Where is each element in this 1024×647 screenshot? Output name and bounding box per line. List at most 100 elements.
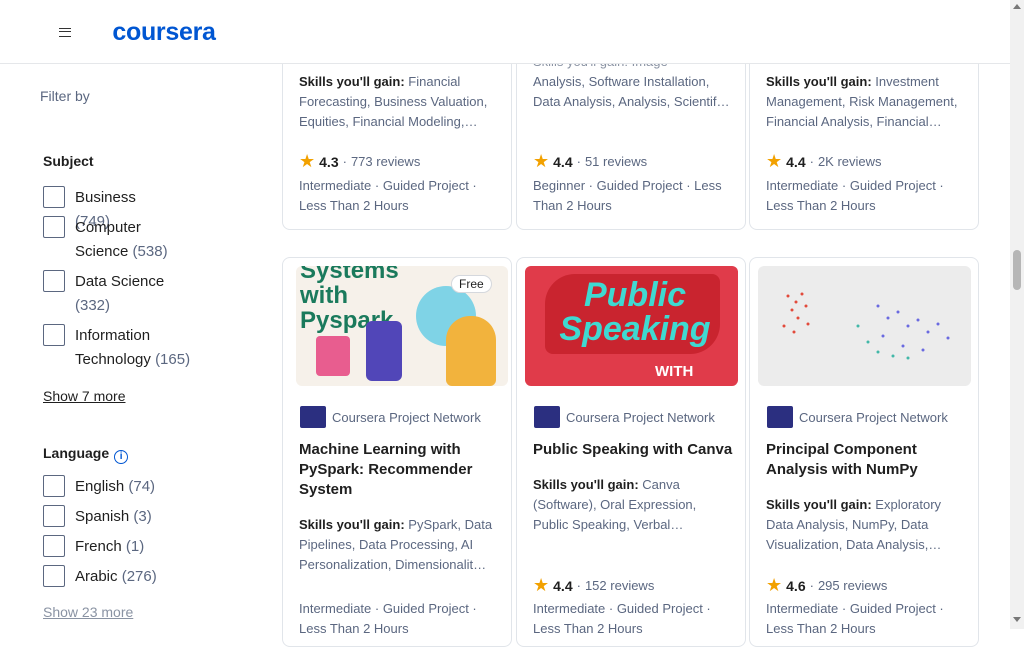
checkbox[interactable]	[43, 535, 65, 557]
skills-label: Skills you'll gain:	[299, 74, 405, 89]
skills-text: Skills you'll gain: Exploratory Data Ana…	[766, 495, 966, 555]
course-card-pca-numpy[interactable]: Coursera Project Network Principal Compo…	[749, 257, 979, 647]
free-badge: Free	[451, 275, 492, 293]
skills-label: Skills you'll gain:	[533, 477, 639, 492]
language-option-arabic[interactable]: Arabic (276)	[43, 565, 157, 589]
scroll-down-icon[interactable]	[1013, 617, 1021, 622]
bag-illustration	[316, 336, 350, 376]
scatter-plot-illustration	[782, 292, 950, 360]
info-icon[interactable]: i	[114, 449, 129, 464]
review-count: 152 reviews	[584, 578, 655, 593]
star-icon: ★	[766, 151, 783, 171]
subject-heading: Subject	[43, 153, 94, 169]
checkbox[interactable]	[43, 270, 65, 292]
checkbox[interactable]	[43, 324, 65, 346]
rating-value: 4.4	[786, 153, 806, 170]
language-heading-text: Language	[43, 445, 110, 461]
star-icon: ★	[299, 151, 316, 171]
course-title[interactable]: Public Speaking with Canva	[533, 440, 733, 460]
course-card-pyspark[interactable]: Systems with Pyspark Free Coursera Proje…	[282, 257, 512, 647]
rating: ★ 4.4 · 2K reviews	[766, 151, 882, 171]
skills-text: Skills you'll gain: Financial Forecastin…	[299, 72, 499, 132]
skills-text: Skills you'll gain: PySpark, Data Pipeli…	[299, 515, 499, 575]
skills-text: Skills you'll gain: Canva (Software), Or…	[533, 475, 733, 535]
partner-row: Coursera Project Network	[534, 406, 715, 428]
option-label: English	[75, 478, 125, 495]
subject-show-more-link[interactable]: Show 7 more	[43, 388, 125, 404]
option-count: (276)	[121, 568, 157, 585]
review-count: 2K reviews	[817, 154, 882, 169]
course-meta: Intermediate · Guided Project · Less Tha…	[299, 178, 477, 213]
subject-option-computer-science[interactable]: Computer Science (538)	[43, 216, 175, 264]
partner-logo-icon	[534, 406, 560, 428]
review-count: 295 reviews	[817, 578, 888, 593]
partner-logo-icon	[300, 406, 326, 428]
skills-label: Skills you'll gain:	[299, 517, 405, 532]
option-label: French	[75, 538, 122, 555]
thumbnail-subtext: WITH	[655, 363, 694, 380]
course-meta: Intermediate · Guided Project · Less Tha…	[766, 601, 944, 636]
course-title[interactable]: Machine Learning with PySpark: Recommend…	[299, 440, 499, 500]
course-meta: Beginner · Guided Project · Less Than 2 …	[533, 178, 722, 213]
review-count: 51 reviews	[584, 154, 648, 169]
skills-label: Skills you'll gain:	[766, 74, 872, 89]
course-meta: Intermediate · Guided Project · Less Tha…	[766, 178, 944, 213]
course-meta: Intermediate · Guided Project · Less Tha…	[299, 601, 477, 636]
option-label: Computer Science	[75, 219, 141, 260]
coursera-logo[interactable]: coursera	[86, 6, 242, 58]
thumbnail-text: Public Speaking	[559, 276, 711, 348]
star-icon: ★	[766, 575, 783, 595]
language-option-spanish[interactable]: Spanish (3)	[43, 505, 152, 529]
partner-name: Coursera Project Network	[566, 409, 715, 425]
menu-button[interactable]	[46, 12, 84, 52]
option-count: (332)	[75, 297, 111, 314]
partner-row: Coursera Project Network	[300, 406, 481, 428]
language-option-english[interactable]: English (74)	[43, 475, 155, 499]
option-count: (1)	[125, 538, 145, 555]
option-label: Business	[75, 189, 136, 206]
hamburger-icon	[59, 27, 71, 37]
partner-name: Coursera Project Network	[799, 409, 948, 425]
star-icon: ★	[533, 575, 550, 595]
rating: ★ 4.4 · 152 reviews	[533, 575, 655, 595]
rating: ★ 4.6 · 295 reviews	[766, 575, 888, 595]
course-meta: Intermediate · Guided Project · Less Tha…	[533, 601, 711, 636]
course-thumbnail	[758, 266, 971, 386]
language-option-french[interactable]: French (1)	[43, 535, 144, 559]
skills-text: Skills you'll gain: Investment Managemen…	[766, 72, 966, 132]
rating-value: 4.4	[553, 577, 573, 594]
star-icon: ★	[533, 151, 550, 171]
checkbox[interactable]	[43, 216, 65, 238]
rating: ★ 4.3 · 773 reviews	[299, 151, 421, 171]
option-count: (538)	[132, 243, 168, 260]
top-header: coursera	[0, 0, 1010, 64]
rating-value: 4.6	[786, 577, 806, 594]
review-count: 773 reviews	[350, 154, 421, 169]
course-thumbnail: Public Speaking WITH	[525, 266, 738, 386]
option-count: (74)	[128, 478, 156, 495]
language-show-more-link[interactable]: Show 23 more	[43, 604, 133, 620]
scrollbar-thumb[interactable]	[1013, 250, 1021, 290]
skills-label: Skills you'll gain:	[766, 497, 872, 512]
subject-option-data-science[interactable]: Data Science (332)	[43, 270, 175, 318]
partner-logo-icon	[767, 406, 793, 428]
scroll-up-icon[interactable]	[1013, 4, 1021, 9]
partner-name: Coursera Project Network	[332, 409, 481, 425]
option-count: (3)	[133, 508, 152, 525]
page-scrollbar[interactable]	[1010, 0, 1024, 629]
checkbox[interactable]	[43, 505, 65, 527]
subject-option-information-technology[interactable]: Information Technology (165)	[43, 324, 200, 372]
checkbox[interactable]	[43, 565, 65, 587]
phone-illustration	[366, 321, 402, 381]
course-title[interactable]: Principal Component Analysis with NumPy	[766, 440, 966, 480]
rating-value: 4.4	[553, 153, 573, 170]
option-label: Spanish	[75, 508, 130, 525]
option-label: Data Science	[75, 273, 165, 290]
rating-value: 4.3	[319, 153, 339, 170]
option-label: Arabic	[75, 568, 118, 585]
checkbox[interactable]	[43, 186, 65, 208]
skills-list: Analysis, Software Installation, Data An…	[533, 74, 730, 109]
checkbox[interactable]	[43, 475, 65, 497]
course-card-public-speaking[interactable]: Public Speaking WITH Coursera Project Ne…	[516, 257, 746, 647]
filter-by-heading: Filter by	[40, 88, 90, 104]
